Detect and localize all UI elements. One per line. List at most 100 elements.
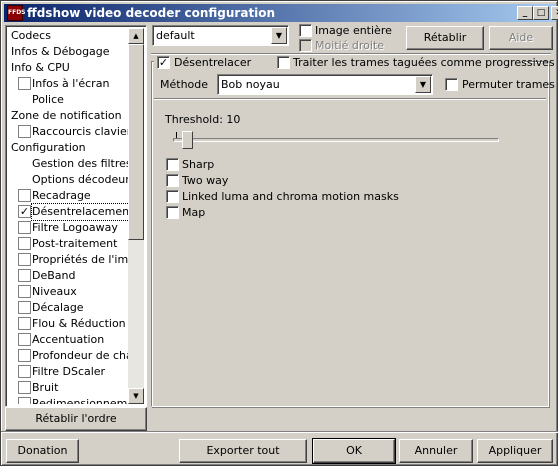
tree-item[interactable]: Accentuation: [8, 332, 134, 348]
minimize-button[interactable]: _: [517, 6, 533, 20]
scroll-down-icon[interactable]: ▼: [128, 388, 144, 404]
tree-item-label: Filtre DScaler: [32, 365, 106, 378]
close-button[interactable]: ✕: [551, 6, 558, 20]
swap-fields-label: Permuter trames: [462, 78, 555, 91]
tree-item[interactable]: Codecs: [8, 28, 134, 44]
ok-button[interactable]: OK: [312, 438, 396, 464]
deinterlace-checkbox[interactable]: ✓: [157, 56, 170, 69]
tree-item-label: Configuration: [11, 141, 86, 154]
tree-item-label: Infos à l'écran: [32, 77, 110, 90]
tree-item[interactable]: Filtre DScaler: [8, 364, 134, 380]
half-image-label: Moitié droite: [315, 39, 385, 52]
tree-item-label: Propriétés de l'image: [32, 253, 134, 266]
tree-item-checkbox[interactable]: [18, 365, 31, 378]
option-label: Linked luma and chroma motion masks: [182, 190, 399, 203]
tree-item[interactable]: ✓ Désentrelacement: [8, 203, 134, 221]
tree-item[interactable]: Zone de notification: [8, 108, 134, 124]
tree-item-label: Infos & Débogage: [11, 45, 110, 58]
tree-item-checkbox[interactable]: [18, 317, 31, 330]
chevron-down-icon[interactable]: ▼: [415, 76, 431, 93]
tree-item-label: Niveaux: [32, 285, 77, 298]
tree-item[interactable]: Redimensionnement: [8, 396, 134, 404]
option-checkbox[interactable]: [166, 190, 179, 203]
reset-order-button[interactable]: Rétablir l'ordre: [5, 407, 147, 431]
option-checkbox[interactable]: [166, 174, 179, 187]
apply-button[interactable]: Appliquer: [477, 439, 553, 463]
export-all-button[interactable]: Exporter tout: [179, 439, 307, 463]
tree-item[interactable]: Infos & Débogage: [8, 44, 134, 60]
full-image-checkbox[interactable]: [299, 24, 312, 37]
chevron-down-icon[interactable]: ▼: [271, 27, 287, 44]
progressive-checkbox[interactable]: [277, 56, 290, 69]
tree-scrollbar[interactable]: ▲ ▼: [128, 28, 144, 404]
scroll-up-icon[interactable]: ▲: [128, 28, 144, 44]
option-checkbox[interactable]: [166, 206, 179, 219]
tree-item-checkbox[interactable]: [18, 237, 31, 250]
tree-item-label: Gestion des filtres: [32, 157, 132, 170]
tree-item-label: Décalage: [32, 301, 84, 314]
page-tree: Codecs Infos & Débogage Info & CPU Infos à …: [5, 25, 147, 407]
tree-item[interactable]: Flou & Réduction de bruit: [8, 316, 134, 332]
tree-item-checkbox[interactable]: [18, 77, 31, 90]
tree-item-label: Flou & Réduction de bruit: [32, 317, 134, 330]
scroll-thumb[interactable]: [128, 44, 144, 240]
tree-item[interactable]: Filtre Logoaway: [8, 220, 134, 236]
tree-item-checkbox[interactable]: [18, 221, 31, 234]
method-select[interactable]: Bob noyau ▼: [217, 74, 433, 95]
tree-item-label: Filtre Logoaway: [32, 221, 118, 234]
tree-item[interactable]: Post-traitement: [8, 236, 134, 252]
maximize-button[interactable]: □: [533, 6, 549, 20]
deinterlace-label: Désentrelacer: [174, 56, 252, 69]
tree-item-label: Raccourcis clavier: [32, 125, 132, 138]
tree-item-label: Désentrelacement: [30, 203, 134, 221]
page-tree-list: Codecs Infos & Débogage Info & CPU Infos à …: [8, 28, 134, 404]
preset-value: default: [156, 29, 195, 42]
tree-item[interactable]: Infos à l'écran: [8, 76, 134, 92]
tree-item-checkbox[interactable]: [18, 125, 31, 138]
tree-item-checkbox[interactable]: ✓: [18, 205, 31, 218]
tree-item-label: Police: [32, 93, 64, 106]
tree-item-label: Bruit: [32, 381, 59, 394]
tree-item-checkbox[interactable]: [18, 285, 31, 298]
tree-item-checkbox[interactable]: [18, 381, 31, 394]
reset-button[interactable]: Rétablir: [406, 26, 484, 50]
tree-item-checkbox[interactable]: [18, 301, 31, 314]
swap-fields-checkbox[interactable]: [445, 78, 458, 91]
tree-item[interactable]: Propriétés de l'image: [8, 252, 134, 268]
preset-select[interactable]: default ▼: [152, 25, 289, 46]
tree-item-label: Profondeur de champ: [32, 349, 134, 362]
tree-item[interactable]: Options décodeur: [8, 172, 134, 188]
tree-item[interactable]: Profondeur de champ: [8, 348, 134, 364]
tree-item[interactable]: Police: [8, 92, 134, 108]
tree-item[interactable]: Niveaux: [8, 284, 134, 300]
tree-item-checkbox[interactable]: [18, 189, 31, 202]
tree-item-label: Accentuation: [32, 333, 105, 346]
threshold-label: Threshold: 10: [165, 113, 241, 126]
tree-item-checkbox[interactable]: [18, 253, 31, 266]
donation-button[interactable]: Donation: [6, 439, 79, 463]
title-bar[interactable]: FFDS ffdshow video decoder configuration…: [4, 4, 558, 22]
tree-item[interactable]: Configuration: [8, 140, 134, 156]
tree-item[interactable]: Gestion des filtres: [8, 156, 134, 172]
tree-item-checkbox[interactable]: [18, 269, 31, 282]
tree-item-label: Info & CPU: [11, 61, 70, 74]
tree-item-checkbox[interactable]: [18, 349, 31, 362]
tree-item-label: Recadrage: [32, 189, 91, 202]
option-checkbox[interactable]: [166, 158, 179, 171]
tree-item[interactable]: DeBand: [8, 268, 134, 284]
threshold-slider-thumb[interactable]: [182, 131, 193, 149]
divider: [154, 98, 546, 100]
tree-item[interactable]: Recadrage: [8, 188, 134, 204]
tree-item[interactable]: Bruit: [8, 380, 134, 396]
cancel-button[interactable]: Annuler: [399, 439, 473, 463]
full-image-label: Image entière: [315, 24, 392, 37]
tree-item[interactable]: Info & CPU: [8, 60, 134, 76]
tree-item[interactable]: Décalage: [8, 300, 134, 316]
tree-item-checkbox[interactable]: [18, 333, 31, 346]
threshold-slider-track[interactable]: [173, 138, 499, 142]
tree-item[interactable]: Raccourcis clavier: [8, 124, 134, 140]
tree-item-checkbox[interactable]: [18, 397, 31, 404]
window-title: ffdshow video decoder configuration: [27, 6, 276, 20]
ffdshow-app-icon: FFDS: [7, 5, 26, 21]
tree-item-label: Redimensionnement: [32, 397, 134, 404]
